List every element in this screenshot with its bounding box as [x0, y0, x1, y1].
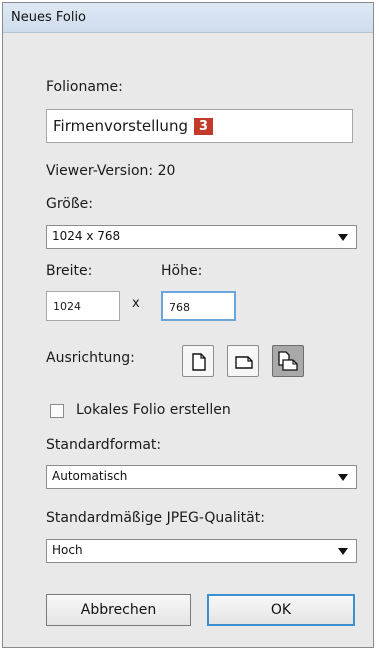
- portrait-button[interactable]: [182, 345, 214, 377]
- times-sign: x: [132, 296, 140, 311]
- default-format-label: Standardformat:: [46, 437, 162, 453]
- height-value: 768: [169, 301, 190, 314]
- step-badge: 3: [193, 118, 214, 135]
- dialog-body: Folioname: Firmenvorstellung 3 Viewer-Ver…: [3, 33, 373, 647]
- both-orientations-icon: [278, 351, 298, 371]
- viewer-version-value: 20: [157, 163, 176, 179]
- orientation-label: Ausrichtung:: [46, 350, 135, 366]
- title-bar: Neues Folio: [3, 3, 373, 33]
- folio-name-label: Folioname:: [46, 79, 123, 95]
- folio-name-input[interactable]: Firmenvorstellung 3: [46, 109, 353, 143]
- size-selected: 1024 x 768: [52, 229, 121, 243]
- portrait-icon: [192, 353, 206, 371]
- jpeg-quality-dropdown[interactable]: Hoch: [46, 539, 357, 563]
- local-folio-checkbox[interactable]: [50, 404, 64, 418]
- width-label: Breite:: [46, 263, 93, 279]
- viewer-version-label: Viewer-Version: 20: [46, 163, 175, 179]
- viewer-version-text: Viewer-Version:: [46, 163, 154, 179]
- cancel-button[interactable]: Abbrechen: [46, 594, 191, 626]
- dropdown-arrow-icon: [338, 548, 348, 555]
- default-format-dropdown[interactable]: Automatisch: [46, 465, 357, 489]
- jpeg-quality-label: Standardmäßige JPEG-Qualität:: [46, 510, 265, 526]
- default-format-selected: Automatisch: [52, 469, 128, 483]
- height-input[interactable]: 768: [161, 291, 236, 321]
- folio-name-value: Firmenvorstellung: [53, 117, 188, 135]
- height-label: Höhe:: [161, 263, 203, 279]
- landscape-button[interactable]: [227, 345, 259, 377]
- local-folio-label: Lokales Folio erstellen: [76, 402, 231, 418]
- size-dropdown[interactable]: 1024 x 768: [46, 225, 357, 249]
- window-title: Neues Folio: [11, 10, 87, 25]
- ok-button[interactable]: OK: [207, 594, 355, 626]
- both-orientations-button[interactable]: [272, 345, 304, 377]
- jpeg-quality-selected: Hoch: [52, 543, 83, 557]
- dropdown-arrow-icon: [338, 234, 348, 241]
- width-value: 1024: [53, 300, 81, 313]
- dropdown-arrow-icon: [338, 474, 348, 481]
- landscape-icon: [235, 356, 253, 369]
- new-folio-dialog: Neues Folio Folioname: Firmenvorstellung…: [2, 2, 374, 648]
- size-label: Größe:: [46, 196, 94, 212]
- width-input[interactable]: 1024: [46, 291, 120, 321]
